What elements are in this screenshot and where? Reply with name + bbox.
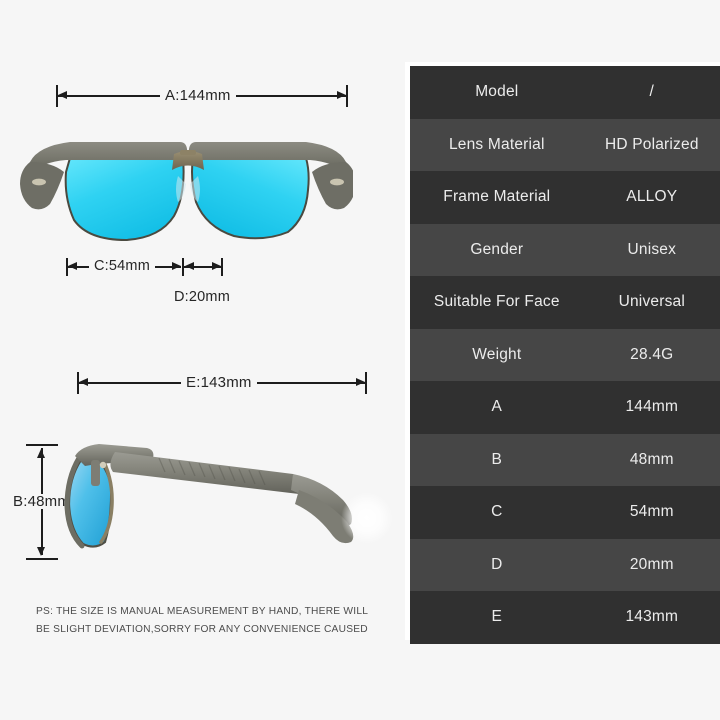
- spec-row-label: Suitable For Face: [410, 276, 584, 329]
- spec-row: Weight 28.4G: [410, 328, 720, 381]
- spec-row: Model /: [410, 66, 720, 119]
- dimension-d-label: D:20mm: [169, 290, 235, 305]
- measurement-disclaimer: PS: THE SIZE IS MANUAL MEASUREMENT BY HA…: [36, 603, 376, 638]
- dimension-c-arrow-right: [172, 262, 181, 270]
- dimension-c-label: C:54mm: [89, 259, 155, 274]
- disclaimer-line-1: PS: THE SIZE IS MANUAL MEASUREMENT BY HA…: [36, 606, 369, 617]
- dimension-d-cap-right: [221, 258, 223, 276]
- dimension-b-arrow-down: [37, 547, 45, 556]
- spec-row: E 143mm: [410, 591, 720, 644]
- spec-row: Frame Material ALLOY: [410, 171, 720, 224]
- dimension-b-cap-top: [26, 444, 58, 446]
- spec-row: A 144mm: [410, 381, 720, 434]
- specification-table: Model / Lens Material HD Polarized Frame Mat…: [410, 66, 720, 644]
- spec-row: Lens Material HD Polarized: [410, 118, 720, 171]
- spec-row-label: C: [410, 486, 584, 539]
- dimension-b-cap-bottom: [26, 558, 58, 560]
- spec-row-value: 28.4G: [583, 328, 720, 381]
- dimension-d-arrow-right: [212, 262, 221, 270]
- spec-row-value: 54mm: [583, 486, 720, 539]
- specification-table-body: Model / Lens Material HD Polarized Frame Mat…: [410, 66, 720, 644]
- diagram-panel: A:144mm C:54mm D:20mm E:143mm B:48mm PS:…: [0, 0, 400, 720]
- spec-row-value: ALLOY: [583, 171, 720, 224]
- dimension-c-arrow-left: [68, 262, 77, 270]
- spec-row-label: Model: [410, 66, 584, 119]
- sunglasses-front-view: [20, 142, 353, 242]
- spec-row-value: Universal: [583, 276, 720, 329]
- disclaimer-line-2: BE SLIGHT DEVIATION,SORRY FOR ANY CONVEN…: [36, 623, 368, 635]
- spec-row-label: B: [410, 433, 584, 486]
- dimension-e-arrow-left: [79, 378, 88, 386]
- spec-row-label: A: [410, 381, 584, 434]
- dimension-e-arrow-right: [356, 378, 365, 386]
- dimension-e-cap-right: [365, 372, 367, 394]
- spec-row-value: /: [583, 66, 720, 119]
- product-spec-image: A:144mm C:54mm D:20mm E:143mm B:48mm PS:…: [0, 0, 720, 720]
- dimension-b-arrow-up: [37, 449, 45, 458]
- sunglasses-side-view: [64, 444, 393, 549]
- spec-row-label: Weight: [410, 328, 584, 381]
- specification-table-container: Model / Lens Material HD Polarized Frame Mat…: [405, 62, 720, 644]
- spec-row-value: 143mm: [583, 591, 720, 644]
- spec-row-value: 144mm: [583, 381, 720, 434]
- dimension-a-label: A:144mm: [160, 88, 236, 103]
- spec-row: B 48mm: [410, 433, 720, 486]
- spec-row-value: 20mm: [583, 538, 720, 591]
- spec-row-label: Frame Material: [410, 171, 584, 224]
- spec-row-value: HD Polarized: [583, 118, 720, 171]
- spec-row-value: Unisex: [583, 223, 720, 276]
- spec-row: D 20mm: [410, 538, 720, 591]
- spec-row: C 54mm: [410, 486, 720, 539]
- spec-row-label: D: [410, 538, 584, 591]
- dimension-a-arrow-right: [337, 91, 346, 99]
- dimension-e-label: E:143mm: [181, 375, 257, 390]
- spec-row-label: Lens Material: [410, 118, 584, 171]
- spec-row: Gender Unisex: [410, 223, 720, 276]
- spec-row-label: Gender: [410, 223, 584, 276]
- dimension-d-arrow-left: [185, 262, 194, 270]
- dimension-a-arrow-left: [58, 91, 67, 99]
- dimension-a-cap-right: [346, 85, 348, 107]
- spec-row-value: 48mm: [583, 433, 720, 486]
- spec-row: Suitable For Face Universal: [410, 276, 720, 329]
- spec-row-label: E: [410, 591, 584, 644]
